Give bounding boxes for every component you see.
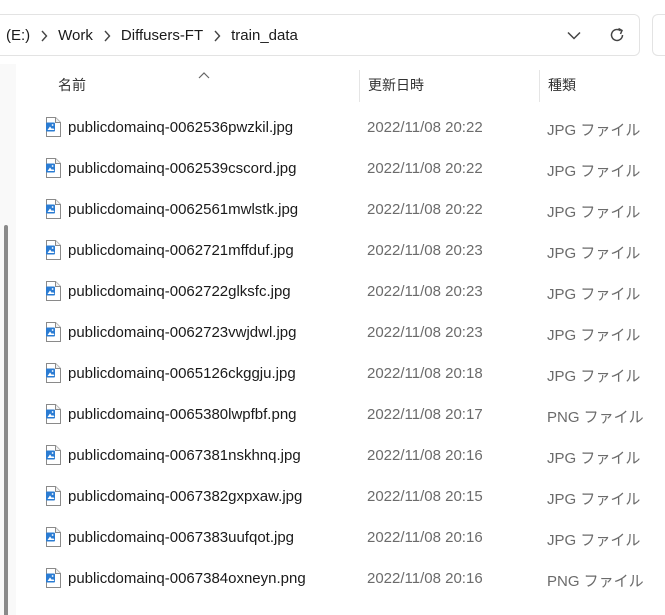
file-name: publicdomainq-0062723vwjdwl.jpg — [68, 324, 297, 341]
image-file-icon — [45, 363, 61, 383]
file-modified-date: 2022/11/08 20:22 — [367, 160, 483, 177]
file-name: publicdomainq-0067381nskhnq.jpg — [68, 447, 301, 464]
file-name: publicdomainq-0065126ckggju.jpg — [68, 365, 296, 382]
file-type: PNG ファイル — [547, 573, 644, 590]
chevron-right-icon[interactable] — [203, 27, 231, 44]
file-row[interactable]: publicdomainq-0062536pwzkil.jpg 2022/11/… — [16, 107, 665, 148]
file-explorer-window: (E:) Work Diffusers-FT train_data 名前 更新日… — [0, 0, 665, 615]
column-divider[interactable] — [539, 70, 540, 102]
file-row[interactable]: publicdomainq-0067381nskhnq.jpg 2022/11/… — [16, 435, 665, 476]
address-bar[interactable]: (E:) Work Diffusers-FT train_data — [0, 14, 640, 56]
breadcrumb-drive[interactable]: (E:) — [6, 27, 30, 44]
image-file-icon — [45, 117, 61, 137]
file-type: JPG ファイル — [547, 532, 641, 549]
file-type: PNG ファイル — [547, 409, 644, 426]
file-modified-date: 2022/11/08 20:16 — [367, 447, 483, 464]
file-row[interactable]: publicdomainq-0062721mffduf.jpg 2022/11/… — [16, 230, 665, 271]
file-type: JPG ファイル — [547, 245, 641, 262]
file-name: publicdomainq-0062539cscord.jpg — [68, 160, 297, 177]
breadcrumb: (E:) Work Diffusers-FT train_data — [6, 15, 298, 55]
file-modified-date: 2022/11/08 20:18 — [367, 365, 483, 382]
image-file-icon — [45, 445, 61, 465]
image-file-icon — [45, 486, 61, 506]
file-modified-date: 2022/11/08 20:15 — [367, 488, 483, 505]
file-name: publicdomainq-0062721mffduf.jpg — [68, 242, 294, 259]
file-modified-date: 2022/11/08 20:23 — [367, 283, 483, 300]
search-box[interactable] — [652, 14, 665, 56]
chevron-right-icon[interactable] — [30, 27, 58, 44]
refresh-icon[interactable] — [606, 24, 628, 46]
file-name: publicdomainq-0062561mwlstk.jpg — [68, 201, 299, 218]
file-name: publicdomainq-0067384oxneyn.png — [68, 570, 306, 587]
image-file-icon — [45, 527, 61, 547]
column-header-type[interactable]: 種類 — [548, 64, 576, 106]
file-type: JPG ファイル — [547, 327, 641, 344]
breadcrumb-work[interactable]: Work — [58, 27, 93, 44]
file-type: JPG ファイル — [547, 204, 641, 221]
file-row[interactable]: publicdomainq-0067384oxneyn.png 2022/11/… — [16, 558, 665, 599]
file-type: JPG ファイル — [547, 286, 641, 303]
file-row[interactable]: publicdomainq-0065380lwpfbf.png 2022/11/… — [16, 394, 665, 435]
file-type: JPG ファイル — [547, 450, 641, 467]
column-header-bar: 名前 更新日時 種類 — [16, 64, 665, 106]
file-row[interactable]: publicdomainq-0067383uufqot.jpg 2022/11/… — [16, 517, 665, 558]
file-modified-date: 2022/11/08 20:17 — [367, 406, 483, 423]
file-modified-date: 2022/11/08 20:16 — [367, 529, 483, 546]
navigation-pane — [0, 64, 16, 615]
file-row[interactable]: publicdomainq-0062539cscord.jpg 2022/11/… — [16, 148, 665, 189]
file-row[interactable]: publicdomainq-0062561mwlstk.jpg 2022/11/… — [16, 189, 665, 230]
column-header-date[interactable]: 更新日時 — [368, 64, 424, 106]
file-modified-date: 2022/11/08 20:22 — [367, 119, 483, 136]
sort-ascending-icon — [198, 66, 210, 84]
file-row[interactable]: publicdomainq-0067382gxpxaw.jpg 2022/11/… — [16, 476, 665, 517]
column-divider[interactable] — [359, 70, 360, 102]
file-type: JPG ファイル — [547, 122, 641, 139]
file-row[interactable]: publicdomainq-0065126ckggju.jpg 2022/11/… — [16, 353, 665, 394]
image-file-icon — [45, 199, 61, 219]
file-name: publicdomainq-0065380lwpfbf.png — [68, 406, 297, 423]
file-name: publicdomainq-0062722glksfc.jpg — [68, 283, 291, 300]
navigation-scrollbar[interactable] — [4, 225, 8, 615]
image-file-icon — [45, 281, 61, 301]
file-modified-date: 2022/11/08 20:16 — [367, 570, 483, 587]
image-file-icon — [45, 404, 61, 424]
file-type: JPG ファイル — [547, 163, 641, 180]
file-name: publicdomainq-0067383uufqot.jpg — [68, 529, 295, 546]
file-modified-date: 2022/11/08 20:23 — [367, 242, 483, 259]
file-name: publicdomainq-0062536pwzkil.jpg — [68, 119, 294, 136]
breadcrumb-diffusers-ft[interactable]: Diffusers-FT — [121, 27, 203, 44]
image-file-icon — [45, 240, 61, 260]
file-type: JPG ファイル — [547, 368, 641, 385]
file-modified-date: 2022/11/08 20:22 — [367, 201, 483, 218]
file-type: JPG ファイル — [547, 491, 641, 508]
file-list: publicdomainq-0062536pwzkil.jpg 2022/11/… — [16, 107, 665, 599]
file-modified-date: 2022/11/08 20:23 — [367, 324, 483, 341]
breadcrumb-train-data[interactable]: train_data — [231, 27, 298, 44]
file-row[interactable]: publicdomainq-0062722glksfc.jpg 2022/11/… — [16, 271, 665, 312]
column-header-name[interactable]: 名前 — [58, 64, 86, 106]
chevron-down-icon[interactable] — [563, 24, 585, 46]
chevron-right-icon[interactable] — [93, 27, 121, 44]
file-name: publicdomainq-0067382gxpxaw.jpg — [68, 488, 303, 505]
image-file-icon — [45, 568, 61, 588]
image-file-icon — [45, 322, 61, 342]
image-file-icon — [45, 158, 61, 178]
file-row[interactable]: publicdomainq-0062723vwjdwl.jpg 2022/11/… — [16, 312, 665, 353]
